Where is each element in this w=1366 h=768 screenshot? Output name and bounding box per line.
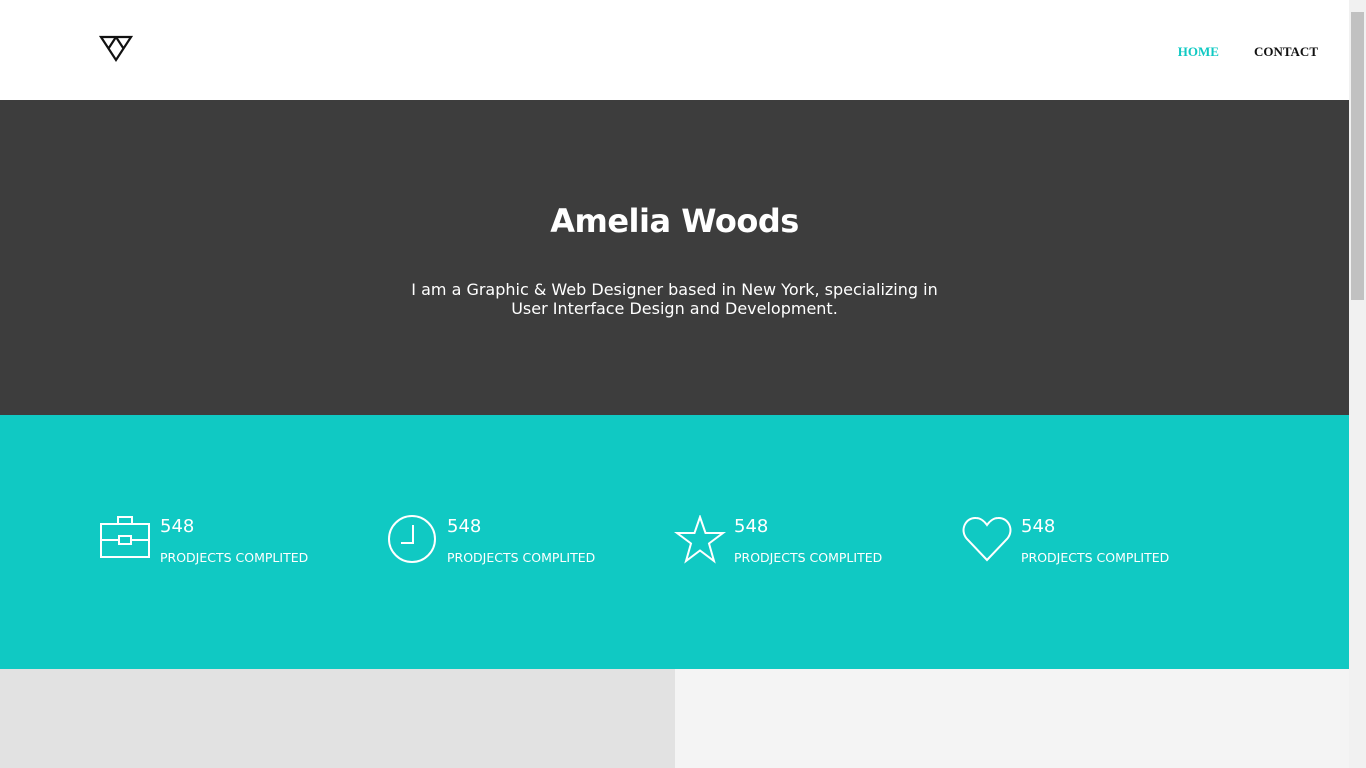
nav-home[interactable]: HOME [1178,44,1219,60]
main-nav: HOME CONTACT [1178,44,1318,60]
stat-label: PRODJECTS COMPLITED [1021,550,1170,565]
bottom-right-panel [675,669,1349,768]
stat-label: PRODJECTS COMPLITED [160,550,309,565]
scrollbar-thumb[interactable] [1351,12,1364,300]
page: HOME CONTACT Amelia Woods I am a Graphic… [0,0,1349,768]
stats-section: 548 PRODJECTS COMPLITED 548 PRODJECTS COMP… [0,415,1349,669]
briefcase-icon [100,516,150,558]
stat-label: PRODJECTS COMPLITED [734,550,883,565]
hero-subtitle: I am a Graphic & Web Designer based in N… [411,280,938,318]
header: HOME CONTACT [0,0,1349,100]
stat-item: 548 PRODJECTS COMPLITED [100,515,308,567]
heart-icon [962,516,1012,562]
hero-title: Amelia Woods [550,202,799,240]
stat-number: 548 [734,516,769,537]
bottom-section [0,669,1349,768]
logo-icon[interactable] [99,35,133,63]
clock-icon [388,515,436,563]
hero-section: Amelia Woods I am a Graphic & Web Design… [0,100,1349,415]
stat-label: PRODJECTS COMPLITED [447,550,596,565]
stat-number: 548 [160,516,195,537]
scrollbar[interactable] [1349,0,1366,768]
stat-item: 548 PRODJECTS COMPLITED [961,515,1169,567]
star-icon [674,515,726,564]
stat-item: 548 PRODJECTS COMPLITED [674,515,882,567]
stat-item: 548 PRODJECTS COMPLITED [387,515,595,567]
stat-number: 548 [447,516,482,537]
bottom-left-panel [0,669,675,768]
stat-number: 548 [1021,516,1056,537]
nav-contact[interactable]: CONTACT [1254,44,1318,60]
